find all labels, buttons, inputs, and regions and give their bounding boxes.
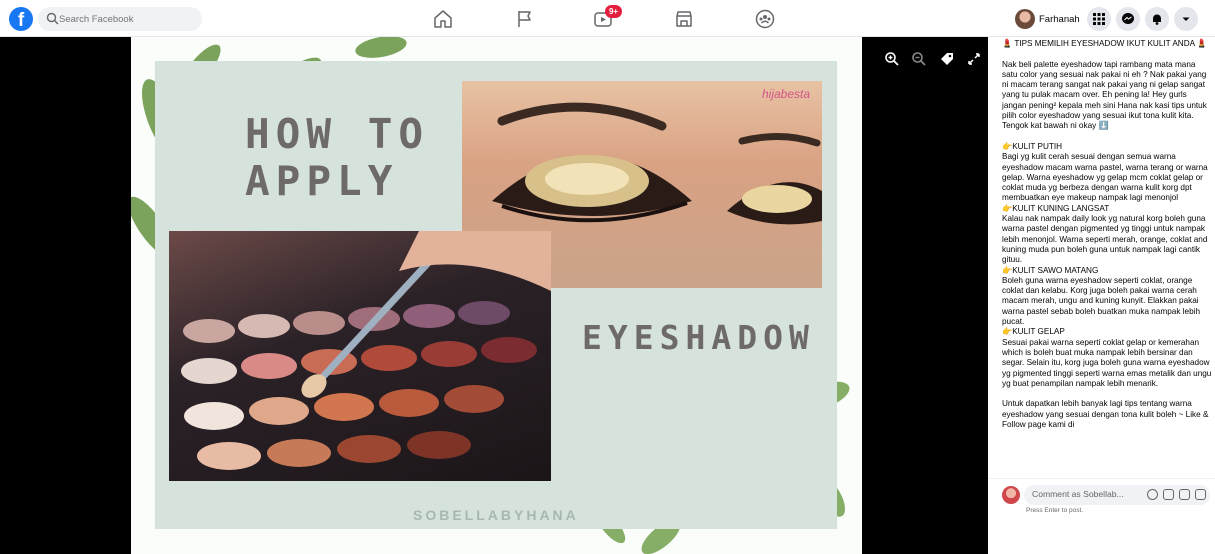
post-paragraph-tips: 👉KULIT PUTIH Bagi yg kulit cerah sesuai … xyxy=(1002,141,1212,388)
facebook-logo[interactable]: f xyxy=(9,7,33,31)
home-icon[interactable] xyxy=(431,7,455,31)
notifications-icon xyxy=(1153,14,1161,25)
post-caption: 💄 TIPS MEMILIH EYESHADOW IKUT KULIT ANDA… xyxy=(1002,39,1212,430)
watermark-text: hijabesta xyxy=(762,87,811,101)
tag-icon[interactable] xyxy=(939,51,955,67)
zoom-out-icon[interactable] xyxy=(911,51,927,67)
sticker-icon[interactable] xyxy=(1195,489,1206,500)
comment-composer: Comment as Sobellab... xyxy=(1002,484,1212,506)
comment-divider xyxy=(988,478,1215,479)
comment-input[interactable]: Comment as Sobellab... xyxy=(1024,485,1210,505)
comment-attachment-icons xyxy=(1147,489,1206,500)
palette-photo xyxy=(169,231,551,481)
avatar xyxy=(1015,9,1035,29)
top-navigation-bar: f 9+ Farhanah xyxy=(0,0,1215,37)
notifications-button[interactable] xyxy=(1145,7,1169,31)
commenter-avatar xyxy=(1002,486,1020,504)
account-button[interactable] xyxy=(1174,7,1198,31)
headline-line-2: APPLY xyxy=(245,157,399,205)
photo-viewer: hijabesta HOW TO APPLY EYESHADOW SOBELLA… xyxy=(0,37,988,554)
profile-shortcut[interactable]: Farhanah xyxy=(1015,7,1080,31)
comment-placeholder: Comment as Sobellab... xyxy=(1032,489,1124,499)
messenger-icon xyxy=(1122,13,1134,24)
camera-icon[interactable] xyxy=(1163,489,1174,500)
account-dropdown-icon xyxy=(1182,17,1190,21)
watch-notification-badge: 9+ xyxy=(605,5,622,18)
post-details-sidebar: 💄 TIPS MEMILIH EYESHADOW IKUT KULIT ANDA… xyxy=(988,37,1215,554)
groups-icon[interactable] xyxy=(753,7,777,31)
post-paragraph-intro: Nak beli palette eyeshadow tapi rambang … xyxy=(1002,59,1207,131)
headline-line-1: HOW TO xyxy=(245,110,430,158)
brand-text: SOBELLABYHANA xyxy=(413,507,579,523)
headline-line-3: EYESHADOW xyxy=(582,318,815,357)
menu-grid-icon xyxy=(1093,13,1105,25)
marketplace-icon[interactable] xyxy=(672,7,696,31)
fullscreen-icon[interactable] xyxy=(966,51,982,67)
profile-name: Farhanah xyxy=(1039,13,1080,25)
menu-button[interactable] xyxy=(1087,7,1111,31)
post-paragraph-outro: Untuk dapatkan lebih banyak lagi tips te… xyxy=(1002,399,1209,429)
post-photo[interactable]: hijabesta HOW TO APPLY EYESHADOW SOBELLA… xyxy=(131,37,862,554)
emoji-icon[interactable] xyxy=(1147,489,1158,500)
search-input[interactable] xyxy=(59,7,199,31)
pages-icon[interactable] xyxy=(513,7,537,31)
post-title: 💄 TIPS MEMILIH EYESHADOW IKUT KULIT ANDA… xyxy=(1002,39,1208,48)
search-icon xyxy=(46,12,59,25)
zoom-in-icon[interactable] xyxy=(884,51,900,67)
gif-icon[interactable] xyxy=(1179,489,1190,500)
messenger-button[interactable] xyxy=(1116,7,1140,31)
search-box[interactable] xyxy=(38,7,202,31)
